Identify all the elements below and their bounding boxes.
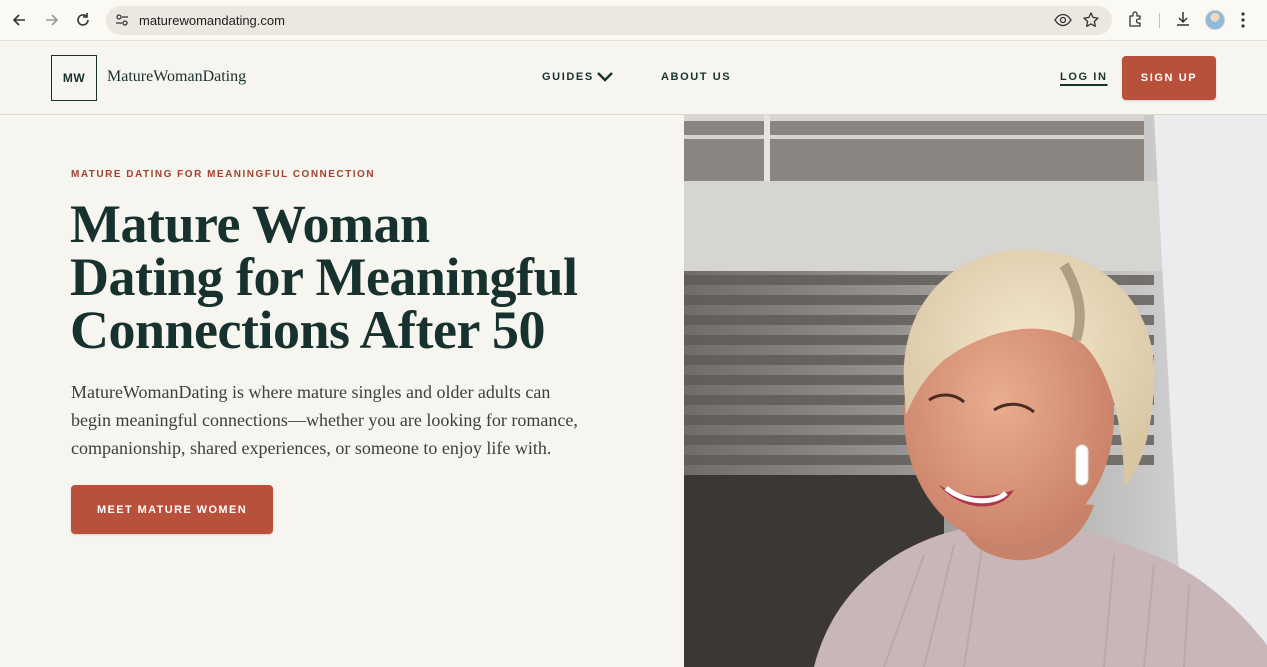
forward-arrow-icon[interactable] <box>41 10 61 30</box>
browser-toolbar: maturewomandating.com <box>0 0 1267 41</box>
site-settings-icon[interactable] <box>114 12 130 28</box>
eye-icon[interactable] <box>1054 12 1072 28</box>
hero-eyebrow: MATURE DATING FOR MEANINGFUL CONNECTION <box>71 169 376 180</box>
chevron-down-icon[interactable] <box>596 70 614 88</box>
url-text[interactable]: maturewomandating.com <box>139 13 285 28</box>
back-arrow-icon[interactable] <box>10 10 30 30</box>
profile-avatar[interactable] <box>1205 10 1225 30</box>
meet-mature-women-button[interactable]: MEET MATURE WOMEN <box>71 485 273 534</box>
download-icon[interactable] <box>1174 10 1192 28</box>
star-icon[interactable] <box>1082 11 1100 29</box>
signup-button[interactable]: SIGN UP <box>1122 56 1216 100</box>
logo-mark[interactable]: MW <box>51 55 97 101</box>
hero-title-line-3: Connections After 50 <box>70 300 545 360</box>
reload-icon[interactable] <box>73 10 93 30</box>
hero-description: MatureWomanDating is where mature single… <box>71 382 578 458</box>
hero-photo <box>684 115 1267 667</box>
hero-title-line-1: Mature Woman <box>70 194 430 254</box>
site-header: MW MatureWomanDating GUIDES ABOUT US LOG… <box>0 41 1267 115</box>
address-bar[interactable]: maturewomandating.com <box>106 6 1112 35</box>
login-link[interactable]: LOG IN <box>1060 71 1108 83</box>
toolbar-divider <box>1159 13 1160 28</box>
nav-guides[interactable]: GUIDES <box>542 71 594 83</box>
hero-title-line-2: Dating for Meaningful <box>70 247 578 307</box>
hero-title: Mature Woman Dating for Meaningful Conne… <box>70 194 630 360</box>
extensions-icon[interactable] <box>1127 10 1145 28</box>
kebab-menu-icon[interactable] <box>1240 11 1246 29</box>
logo-text[interactable]: MatureWomanDating <box>107 68 246 86</box>
nav-about-us[interactable]: ABOUT US <box>661 71 731 83</box>
